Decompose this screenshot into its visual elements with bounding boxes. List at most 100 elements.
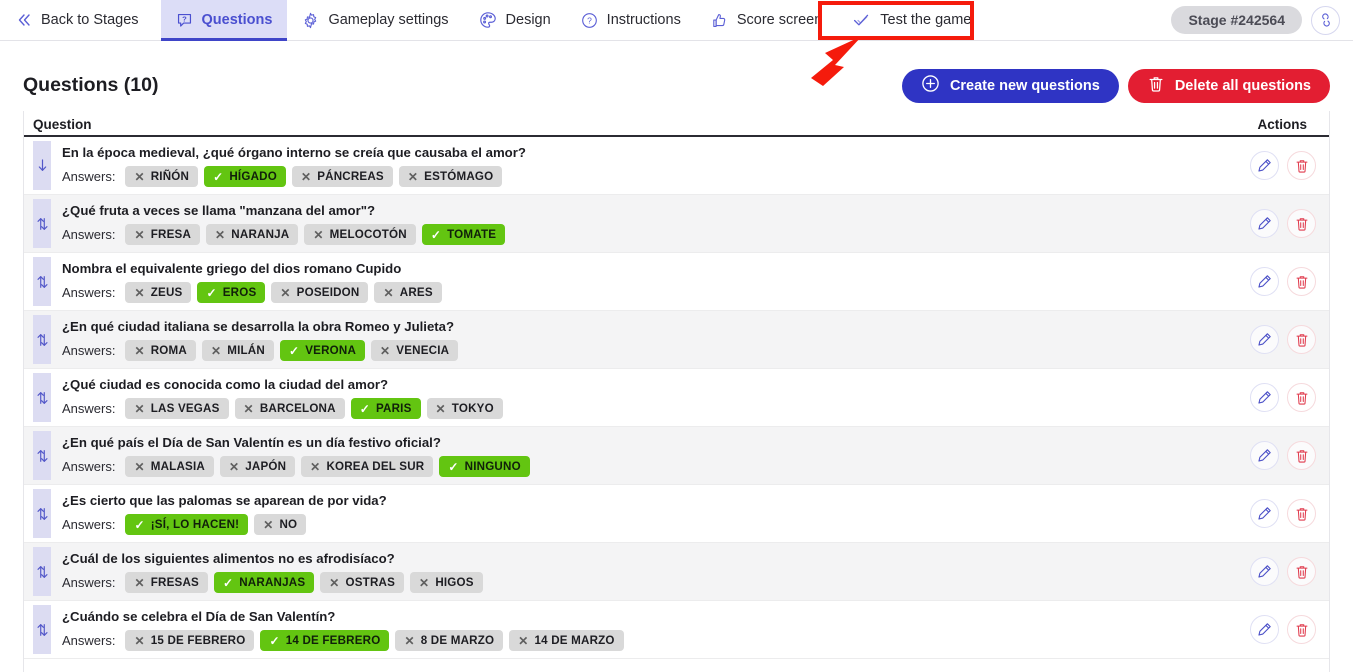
tab-design[interactable]: Design <box>464 0 566 40</box>
table-row: ¿En qué ciudad italiana se desarrolla la… <box>24 311 1329 369</box>
back-to-stages-label: Back to Stages <box>41 12 139 28</box>
check-icon: ✓ <box>134 517 145 532</box>
table-row: Nombra el equivalente griego del dios ro… <box>24 253 1329 311</box>
row-actions <box>1240 369 1329 426</box>
answer-pill-correct: ✓ PARIS <box>350 398 421 419</box>
answer-text: NO <box>279 518 298 531</box>
answer-text: JAPÓN <box>245 460 287 473</box>
answer-text: 14 DE MARZO <box>534 634 615 647</box>
tab-score-screen[interactable]: Score screen <box>696 0 837 40</box>
table-row: ¿Qué ciudad es conocida como la ciudad d… <box>24 369 1329 427</box>
cross-icon: ✕ <box>134 227 145 242</box>
tab-questions-label: Questions <box>201 12 273 28</box>
edit-question-button[interactable] <box>1250 441 1279 470</box>
answers-row: Answers: ✕ ZEUS ✓ EROS ✕ POSEIDON ✕ ARES <box>62 282 1240 303</box>
cross-icon: ✕ <box>310 459 321 474</box>
up-down-arrow-icon[interactable] <box>33 605 51 654</box>
tab-instructions[interactable]: ? Instructions <box>566 0 696 40</box>
up-down-arrow-icon[interactable] <box>33 547 51 596</box>
delete-question-button[interactable] <box>1287 325 1316 354</box>
up-down-arrow-icon[interactable] <box>33 257 51 306</box>
tab-gameplay-settings-label: Gameplay settings <box>328 12 449 28</box>
svg-text:?: ? <box>587 15 592 25</box>
page-header: Questions (10) Create new questions Dele… <box>23 41 1330 103</box>
cross-icon: ✕ <box>518 633 529 648</box>
up-down-arrow-icon[interactable] <box>33 431 51 480</box>
table-footer <box>24 659 1329 672</box>
answer-pill-wrong: ✕ NO <box>254 514 307 535</box>
delete-question-button[interactable] <box>1287 499 1316 528</box>
answer-text: TOKYO <box>451 402 494 415</box>
edit-question-button[interactable] <box>1250 151 1279 180</box>
check-icon: ✓ <box>269 633 280 648</box>
row-actions <box>1240 601 1329 658</box>
delete-question-button[interactable] <box>1287 441 1316 470</box>
edit-question-button[interactable] <box>1250 209 1279 238</box>
question-cell: En la época medieval, ¿qué órgano intern… <box>51 137 1240 194</box>
delete-question-button[interactable] <box>1287 209 1316 238</box>
double-chevron-left-icon <box>16 12 32 28</box>
edit-question-button[interactable] <box>1250 557 1279 586</box>
cross-icon: ✕ <box>407 169 419 184</box>
tab-gameplay-settings[interactable]: Gameplay settings <box>287 0 463 40</box>
delete-question-button[interactable] <box>1287 557 1316 586</box>
table-header-row: Question Actions <box>24 111 1329 137</box>
edit-question-button[interactable] <box>1250 325 1279 354</box>
row-actions <box>1240 253 1329 310</box>
question-text: Nombra el equivalente griego del dios ro… <box>62 261 402 276</box>
table-row: En la época medieval, ¿qué órgano intern… <box>24 137 1329 195</box>
back-to-stages-button[interactable]: Back to Stages <box>0 0 161 40</box>
top-navbar: Back to Stages ? Questions Gameplay sett… <box>0 0 1353 41</box>
edit-question-button[interactable] <box>1250 499 1279 528</box>
answer-pill-wrong: ✕ MILÁN <box>201 340 274 361</box>
edit-question-button[interactable] <box>1250 267 1279 296</box>
edit-question-button[interactable] <box>1250 615 1279 644</box>
answer-text: EROS <box>222 286 257 299</box>
tab-test-the-game[interactable]: Test the game <box>837 0 986 40</box>
down-arrow-icon[interactable] <box>33 141 51 190</box>
row-actions <box>1240 485 1329 542</box>
cross-icon: ✕ <box>215 227 226 242</box>
tab-questions[interactable]: ? Questions <box>160 0 288 41</box>
answer-pill-wrong: ✕ ZEUS <box>125 282 192 303</box>
table-row: ¿Cuál de los siguientes alimentos no es … <box>24 543 1329 601</box>
answers-row: Answers: ✕ 15 DE FEBRERO ✓ 14 DE FEBRERO ✕ 8 D… <box>62 630 1240 651</box>
create-new-questions-button[interactable]: Create new questions <box>901 68 1119 103</box>
up-down-arrow-icon[interactable] <box>33 199 51 248</box>
answers-row: Answers: ✕ RIÑÓN ✓ HÍGADO ✕ PÁNCREAS ✕ ESTÓMAGO <box>62 166 1240 187</box>
question-text: ¿Cuándo se celebra el Día de San Valentí… <box>62 609 336 624</box>
up-down-arrow-icon[interactable] <box>33 315 51 364</box>
answers-row: Answers: ✕ LAS VEGAS ✕ BARCELONA ✓ PARIS ✕ TOKYO <box>62 398 1240 419</box>
table-row: ¿Cuándo se celebra el Día de San Valentí… <box>24 601 1329 659</box>
delete-question-button[interactable] <box>1287 615 1316 644</box>
row-actions <box>1240 195 1329 252</box>
answer-pill-wrong: ✕ FRESA <box>125 224 201 245</box>
cross-icon: ✕ <box>380 343 391 358</box>
answers-row: Answers: ✕ FRESA ✕ NARANJA ✕ MELOCOTÓN ✓ TOMATE <box>62 224 1240 245</box>
answer-pill-correct: ✓ TOMATE <box>421 224 506 245</box>
answer-pill-correct: ✓ 14 DE FEBRERO <box>260 630 390 651</box>
cross-icon: ✕ <box>134 633 145 648</box>
edit-question-button[interactable] <box>1250 383 1279 412</box>
trash-icon <box>1147 75 1165 97</box>
link-icon[interactable] <box>1311 5 1340 35</box>
answer-text: VERONA <box>305 344 357 357</box>
check-icon: ✓ <box>448 459 459 474</box>
delete-question-button[interactable] <box>1287 267 1316 296</box>
up-down-arrow-icon[interactable] <box>33 373 51 422</box>
question-text: ¿Cuál de los siguientes alimentos no es … <box>62 551 395 566</box>
answer-text: 8 DE MARZO <box>420 634 495 647</box>
answer-text: KOREA DEL SUR <box>326 460 425 473</box>
up-down-arrow-icon[interactable] <box>33 489 51 538</box>
delete-question-button[interactable] <box>1287 151 1316 180</box>
delete-all-questions-button[interactable]: Delete all questions <box>1127 68 1330 103</box>
answers-label: Answers: <box>62 401 116 416</box>
answer-pill-wrong: ✕ RIÑÓN <box>125 166 199 187</box>
answer-text: HIGOS <box>435 576 474 589</box>
answer-text: POSEIDON <box>296 286 360 299</box>
answer-text: FRESAS <box>150 576 199 589</box>
answer-text: NARANJAS <box>239 576 306 589</box>
answers-row: Answers: ✕ ROMA ✕ MILÁN ✓ VERONA ✕ VENECIA <box>62 340 1240 361</box>
delete-question-button[interactable] <box>1287 383 1316 412</box>
answer-pill-wrong: ✕ NARANJA <box>206 224 299 245</box>
